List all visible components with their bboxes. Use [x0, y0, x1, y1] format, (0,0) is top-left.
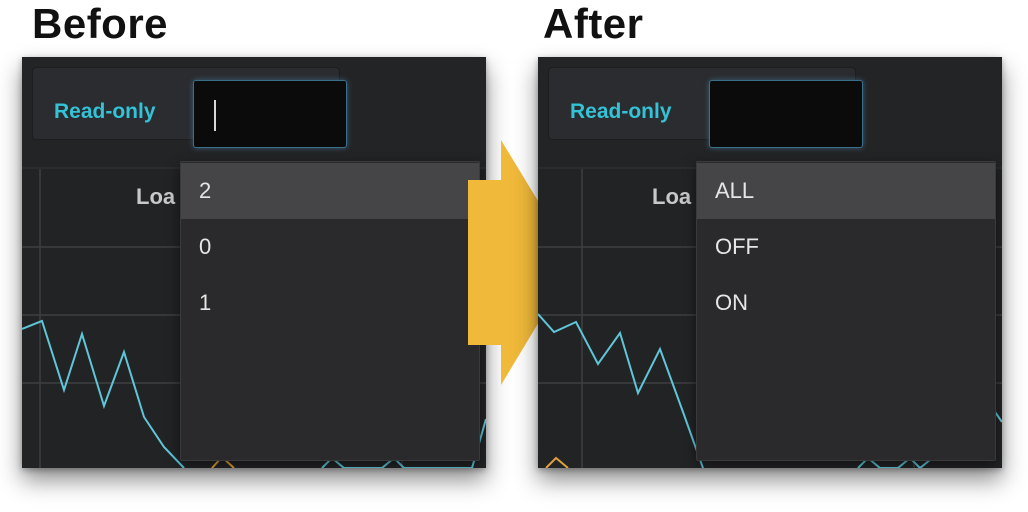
series-line-2	[545, 456, 569, 468]
dropdown-menu: 2 0 1	[180, 161, 480, 461]
dropdown-menu: ALL OFF ON	[696, 161, 996, 461]
dropdown-option-off[interactable]: OFF	[697, 219, 995, 275]
before-panel: Read-only Loa 2 0 1	[22, 57, 486, 468]
read-only-input[interactable]	[193, 80, 347, 148]
series-line	[538, 313, 704, 468]
after-panel: Read-only Loa ALL OFF ON	[538, 57, 1002, 468]
series-line	[22, 319, 185, 468]
read-only-field: Read-only	[548, 67, 863, 148]
dropdown-option-2[interactable]: 2	[181, 163, 479, 219]
read-only-field: Read-only	[32, 67, 347, 148]
chart-title: Loa	[652, 184, 692, 209]
dropdown-option-0[interactable]: 0	[181, 219, 479, 275]
read-only-label: Read-only	[570, 100, 672, 123]
dropdown-option-all[interactable]: ALL	[697, 163, 995, 219]
dropdown-option-1[interactable]: 1	[181, 275, 479, 331]
before-heading: Before	[32, 0, 169, 47]
text-caret	[214, 100, 216, 131]
chart-title: Loa	[136, 184, 176, 209]
read-only-input[interactable]	[709, 80, 863, 148]
dropdown-option-on[interactable]: ON	[697, 275, 995, 331]
after-heading: After	[543, 0, 644, 47]
read-only-label: Read-only	[54, 100, 156, 123]
